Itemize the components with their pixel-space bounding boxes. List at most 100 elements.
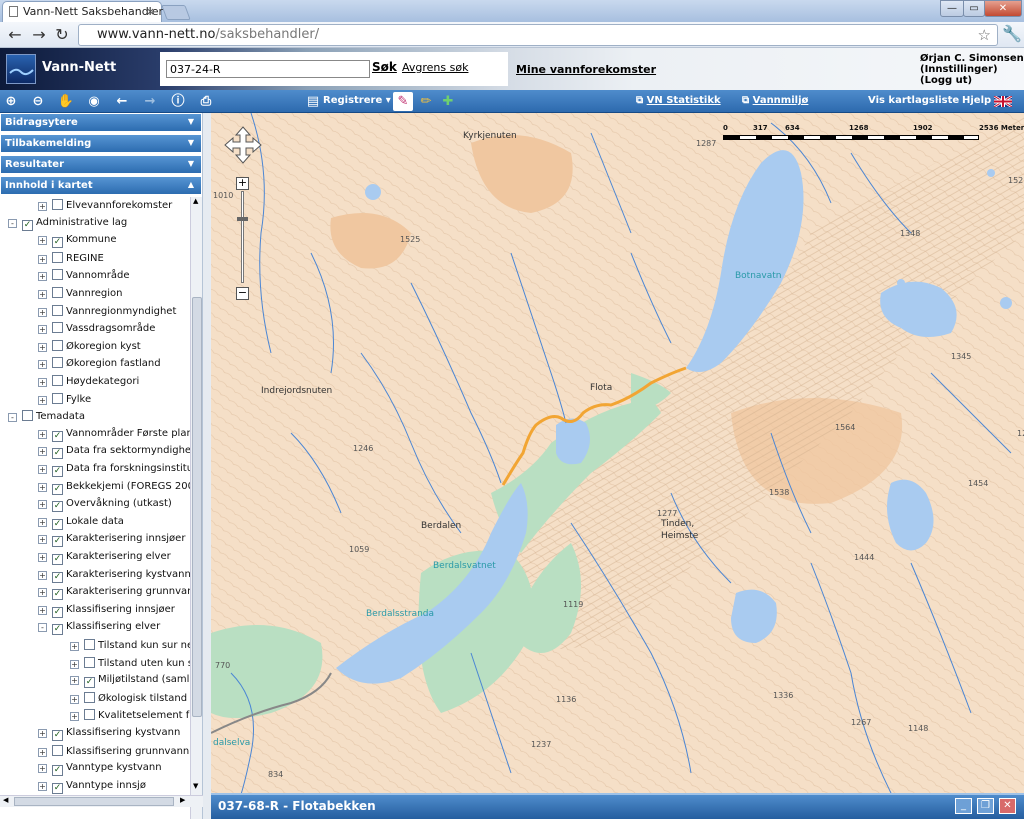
hscrollbar-thumb[interactable] [14,797,174,806]
layer-checkbox[interactable] [52,251,63,263]
expand-icon[interactable]: + [70,659,79,669]
collapse-icon[interactable]: - [38,623,47,633]
layer-tree-item[interactable]: + ✓ Karakterisering grunnvann [38,586,190,603]
layer-checkbox[interactable]: ✓ [52,624,63,636]
layer-tree-item[interactable]: + ✓ Vanntype kystvann [38,762,162,779]
layer-tree-item[interactable]: + Vannområde [38,269,129,286]
expand-icon[interactable]: + [70,712,79,722]
register-menu[interactable]: Registrere ▾ [323,95,391,106]
panel-tilbakemelding[interactable]: Tilbakemelding ▼ [1,135,201,154]
help-link[interactable]: Hjelp [962,95,991,106]
layer-tree-scrollbar[interactable]: ▲ ▼ [190,197,202,819]
layer-checkbox[interactable] [52,392,63,404]
search-button[interactable]: Søk [372,60,397,74]
expand-icon[interactable]: + [38,307,47,317]
layer-tree-item[interactable]: + ✓ Karakterisering elver [38,551,171,568]
expand-icon[interactable]: + [38,325,47,335]
expand-icon[interactable]: + [38,447,47,457]
layer-tree-item[interactable]: + Tilstand kun sur ned [70,639,190,656]
layer-tree-item[interactable]: + Tilstand uten kun su [70,656,190,674]
close-panel-button[interactable]: ✕ [999,798,1016,814]
layer-checkbox[interactable]: ✓ [84,677,95,689]
scroll-right-icon[interactable]: ▶ [180,796,185,804]
layer-checkbox[interactable]: ✓ [52,589,63,601]
browser-tab[interactable]: Vann-Nett Saksbehandler × [2,1,163,22]
layer-checkbox[interactable]: ✓ [52,501,63,513]
my-waters-link[interactable]: Mine vannforekomster [516,63,656,76]
next-extent-icon[interactable]: → [140,92,160,111]
bookmark-star-icon[interactable]: ☆ [978,26,991,44]
layer-checkbox[interactable]: ✓ [52,536,63,548]
layer-tree-item[interactable]: + Klassifisering grunnvann [38,744,189,762]
layer-checkbox[interactable] [52,304,63,316]
layer-checkbox[interactable] [52,375,63,386]
expand-icon[interactable]: + [38,605,47,615]
panel-innhold-i-kartet[interactable]: Innhold i kartet ▲ [1,177,201,196]
expand-icon[interactable]: + [38,535,47,545]
layer-tree-item[interactable]: + Vassdragsområde [38,322,155,339]
layer-tree-item[interactable]: + Fylke [38,392,91,410]
refine-search-link[interactable]: Avgrens søk [402,61,468,74]
close-tab-icon[interactable]: × [146,5,155,18]
expand-icon[interactable]: + [38,570,47,580]
layer-checkbox[interactable]: ✓ [52,606,63,618]
pencil-icon[interactable]: ✏ [416,92,436,111]
layer-tree-item[interactable]: - ✓ Klassifisering elver [38,621,160,638]
layer-tree-item[interactable]: + ✓ Data fra sektormyndighete [38,445,190,462]
zoom-slider-handle[interactable] [237,217,248,221]
scrollbar-thumb[interactable] [192,297,202,717]
layer-tree-item[interactable]: + ✓ Overvåkning (utkast) [38,498,172,515]
layer-checkbox[interactable] [52,744,63,756]
expand-icon[interactable]: + [38,290,47,299]
expand-icon[interactable]: + [38,500,47,510]
panel-resultater[interactable]: Resultater ▼ [1,156,201,175]
layer-tree-item[interactable]: + ✓ Klassifisering innsjøer [38,604,175,621]
layer-checkbox[interactable]: ✓ [52,448,63,460]
register-icon[interactable]: ▤ [303,92,323,111]
reload-icon[interactable]: ↻ [51,24,73,46]
expand-icon[interactable]: + [38,202,47,211]
layer-checkbox[interactable] [52,322,63,334]
scroll-down-icon[interactable]: ▼ [193,782,198,790]
expand-icon[interactable]: + [38,378,47,387]
layer-tree-hscrollbar[interactable]: ◀ ▶ [0,795,203,807]
layer-tree-item[interactable]: + ✓ Karakterisering kystvann [38,569,190,586]
expand-icon[interactable]: + [38,482,47,492]
info-icon[interactable]: ⓘ [168,92,188,111]
previous-extent-icon[interactable]: ← [112,92,132,111]
close-window-button[interactable]: ✕ [984,0,1022,17]
layer-tree-item[interactable]: + ✓ Data fra forskningsinstitusj [38,463,190,480]
expand-icon[interactable]: + [70,694,79,704]
zoom-out-icon[interactable]: ⊖ [28,92,48,111]
minimize-window-button[interactable]: — [940,0,964,17]
expand-icon[interactable]: + [38,272,47,282]
draw-river-icon[interactable]: ✎ [393,92,413,111]
layer-tree-item[interactable]: + Høydekategori [38,375,139,392]
layer-checkbox[interactable]: ✓ [22,219,33,231]
english-flag-icon[interactable] [994,96,1012,107]
panel-splitter[interactable] [203,113,211,819]
layer-checkbox[interactable] [52,357,63,369]
panel-bidragsytere[interactable]: Bidragsytere ▼ [1,114,201,133]
new-tab-button[interactable] [161,5,191,20]
zoom-out-button[interactable]: − [236,287,249,300]
layer-tree-item[interactable]: + Økoregion fastland [38,357,161,374]
layer-checkbox[interactable] [52,339,63,351]
expand-icon[interactable]: + [38,517,47,527]
collapse-icon[interactable]: - [8,413,17,423]
layer-tree-item[interactable]: + ✓ Lokale data [38,516,124,533]
layer-checkbox[interactable]: ✓ [52,782,63,794]
layer-tree-item[interactable]: + ✓ Vannområder Første planfa [38,428,190,445]
layer-checkbox[interactable] [52,199,63,210]
layer-checkbox[interactable] [22,410,33,422]
expand-icon[interactable]: + [38,254,47,264]
layer-checkbox[interactable]: ✓ [52,765,63,777]
map-view[interactable]: Kyrkjenuten Indrejordsnuten Flota Berdal… [211,113,1024,819]
layer-tree-item[interactable]: + Kvalitetselement fra [70,709,190,726]
search-input[interactable] [166,60,370,78]
layer-tree-item[interactable]: + ✓ Karakterisering innsjøer [38,533,185,550]
scroll-up-icon[interactable]: ▲ [193,197,198,205]
expand-icon[interactable]: + [70,676,79,686]
vannmiljo-link[interactable]: ⧉ Vannmiljø [742,95,808,106]
zoom-in-icon[interactable]: ⊕ [1,92,21,111]
